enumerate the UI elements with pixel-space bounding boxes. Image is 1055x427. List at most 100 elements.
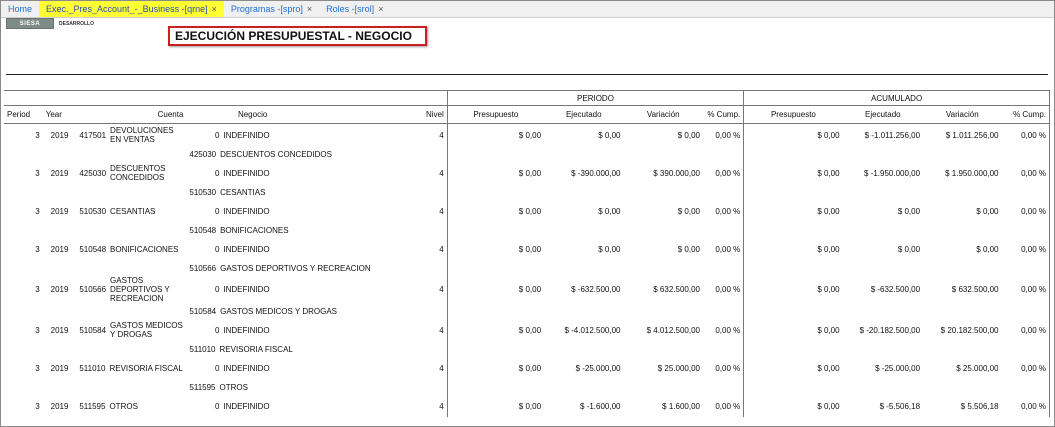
negocio-name: INDEFINIDO — [223, 168, 270, 178]
group-break-acumulado — [743, 303, 1050, 319]
cell-acumulado-variacion: $ 1.011.256,00 — [945, 130, 999, 140]
group-break-spacer — [4, 379, 186, 395]
account-code: 510584 — [79, 325, 107, 335]
cell-year: 2019 — [50, 363, 69, 373]
col-periodo-variacion[interactable]: Variación — [623, 105, 703, 124]
cell-negocio: 0 INDEFINIDO — [186, 238, 318, 260]
cell-acumulado-ejecutado: $ 0,00 — [897, 206, 921, 216]
group-break-spacer — [4, 184, 186, 200]
group-name: OTROS — [219, 382, 248, 392]
cell-periodo-presupuesto: $ 0,00 — [446, 276, 545, 303]
cell-acumulado-presupuesto: $ 0,00 — [817, 325, 840, 335]
group-break-label: 511010 REVISORIA FISCAL — [186, 341, 447, 357]
table-row[interactable]: 3 2019 510584 GASTOS MEDICOS Y DROGAS 0 INDEF… — [4, 319, 1050, 341]
account-code: 510530 — [79, 206, 107, 216]
negocio-code: 0 — [214, 285, 220, 294]
group-code: 425030 — [189, 149, 217, 159]
cell-year: 2019 — [50, 130, 69, 140]
group-break-periodo — [446, 146, 745, 162]
col-acumulado-ejecutado[interactable]: Ejecutado — [842, 105, 924, 124]
cell-acumulado-cumplimiento: 0,00 % — [1001, 395, 1050, 417]
group-break-periodo — [446, 341, 745, 357]
col-negocio[interactable]: Negocio — [186, 105, 319, 124]
close-tab-icon[interactable]: × — [212, 4, 217, 14]
tab-0[interactable]: Home — [1, 1, 39, 17]
col-acumulado-presupuesto[interactable]: Presupuesto — [743, 105, 843, 124]
cell-periodo-cumplimiento: 0,00 % — [702, 123, 745, 146]
table-row[interactable]: 3 2019 510548 BONIFICACIONES 0 INDEFINIDO 4 $ 0… — [4, 238, 1050, 260]
account-code: 425030 — [79, 168, 107, 178]
tab-1[interactable]: Exec._Pres_Account_-_Business -[qrne] × — [39, 1, 224, 17]
col-periodo-presupuesto[interactable]: Presupuesto — [447, 105, 545, 124]
account-name: DEVOLUCIONES EN VENTAS — [110, 126, 174, 144]
cell-nivel: 4 — [318, 162, 448, 184]
group-break-spacer — [4, 146, 186, 162]
cell-periodo-ejecutado: $ -1.600,00 — [580, 401, 621, 411]
cell-periodo-cumplimiento: 0,00 % — [702, 238, 745, 260]
close-tab-icon[interactable]: × — [378, 4, 383, 14]
group-code: 510584 — [189, 306, 217, 316]
cell-cuenta: 511595 OTROS — [76, 395, 186, 417]
group-break-acumulado — [743, 341, 1050, 357]
group-break-spacer — [4, 222, 186, 238]
cell-acumulado-ejecutado: $ -1.011.256,00 — [864, 130, 921, 140]
group-break-acumulado — [743, 260, 1050, 276]
cell-periodo-variacion: $ 4.012.500,00 — [646, 325, 700, 335]
table-row[interactable]: 3 2019 511010 REVISORIA FISCAL 0 INDEFINIDO 4 $… — [4, 357, 1050, 379]
cell-negocio: 0 INDEFINIDO — [186, 357, 318, 379]
cell-periodo-ejecutado: $ 0,00 — [598, 206, 621, 216]
cell-periodo-ejecutado: $ -390.000,00 — [571, 168, 621, 178]
cell-negocio: 0 INDEFINIDO — [186, 276, 318, 303]
group-break-row: 510584 GASTOS MEDICOS Y DROGAS — [4, 303, 1050, 319]
cell-acumulado-presupuesto: $ 0,00 — [817, 130, 840, 140]
col-acumulado-cumplimiento[interactable]: % Cump. — [1001, 105, 1050, 124]
cell-periodo-presupuesto: $ 0,00 — [446, 395, 545, 417]
group-break-row: 510566 GASTOS DEPORTIVOS Y RECREACION — [4, 260, 1050, 276]
cell-periodo-variacion: $ 1.600,00 — [662, 401, 700, 411]
close-tab-icon[interactable]: × — [307, 4, 312, 14]
cell-negocio: 0 INDEFINIDO — [186, 124, 318, 147]
negocio-name: INDEFINIDO — [223, 325, 270, 335]
cell-period: 3 — [35, 401, 40, 411]
cell-periodo-presupuesto: $ 0,00 — [446, 238, 545, 260]
cell-periodo-cumplimiento: 0,00 % — [702, 200, 745, 222]
tab-2[interactable]: Programas -[spro] × — [224, 1, 319, 17]
group-code: 510530 — [189, 187, 217, 197]
group-name: DESCUENTOS CONCEDIDOS — [220, 149, 332, 159]
col-year[interactable]: Year — [42, 105, 77, 124]
tab-3[interactable]: Roles -[srol] × — [319, 1, 390, 17]
col-cuenta[interactable]: Cuenta — [76, 105, 187, 124]
cell-acumulado-cumplimiento: 0,00 % — [1001, 200, 1050, 222]
group-break-acumulado — [743, 222, 1050, 238]
cell-cuenta: 510566 GASTOS DEPORTIVOS Y RECREACION — [76, 276, 186, 303]
negocio-name: INDEFINIDO — [223, 130, 270, 140]
col-period[interactable]: Period — [4, 105, 43, 124]
table-row[interactable]: 3 2019 511595 OTROS 0 INDEFINIDO 4 $ 0,00 $ -1.6… — [4, 395, 1050, 417]
col-periodo-cumplimiento[interactable]: % Cump. — [702, 105, 745, 124]
cell-periodo-ejecutado: $ -632.500,00 — [571, 285, 621, 294]
cuenta-wrap: 510530 CESANTIAS — [79, 207, 183, 216]
group-name: GASTOS DEPORTIVOS Y RECREACION — [220, 263, 371, 273]
col-periodo-ejecutado[interactable]: Ejecutado — [544, 105, 624, 124]
group-break-label: 510548 BONIFICACIONES — [186, 222, 447, 238]
col-nivel[interactable]: Nivel — [318, 105, 448, 124]
cell-year: 2019 — [50, 168, 69, 178]
table-row[interactable]: 3 2019 510566 GASTOS DEPORTIVOS Y RECREACIO… — [4, 276, 1050, 303]
table-row[interactable]: 3 2019 417501 DEVOLUCIONES EN VENTAS 0 INDEFI… — [4, 123, 1050, 147]
cell-period: 3 — [35, 206, 40, 216]
cell-cuenta: 510530 CESANTIAS — [76, 200, 186, 222]
cell-acumulado-variacion: $ 632.500,00 — [951, 285, 999, 294]
cell-periodo-ejecutado: $ -4.012.500,00 — [564, 325, 621, 335]
cell-periodo-cumplimiento: 0,00 % — [702, 276, 745, 303]
col-acumulado-variacion[interactable]: Variación — [923, 105, 1002, 124]
cell-acumulado-presupuesto: $ 0,00 — [817, 285, 840, 294]
negocio-code: 0 — [214, 363, 220, 373]
report-window: Home Exec._Pres_Account_-_Business -[qrne… — [0, 0, 1055, 427]
cuenta-wrap: 511595 OTROS — [79, 402, 183, 411]
table-row[interactable]: 3 2019 425030 DESCUENTOS CONCEDIDOS 0 INDEFIN… — [4, 162, 1050, 184]
cell-negocio: 0 INDEFINIDO — [186, 395, 318, 417]
negocio-code: 0 — [214, 244, 220, 254]
cell-cuenta: 425030 DESCUENTOS CONCEDIDOS — [76, 162, 186, 184]
table-row[interactable]: 3 2019 510530 CESANTIAS 0 INDEFINIDO 4 $ 0,00 $ … — [4, 200, 1050, 222]
cell-nivel: 4 — [318, 276, 448, 303]
